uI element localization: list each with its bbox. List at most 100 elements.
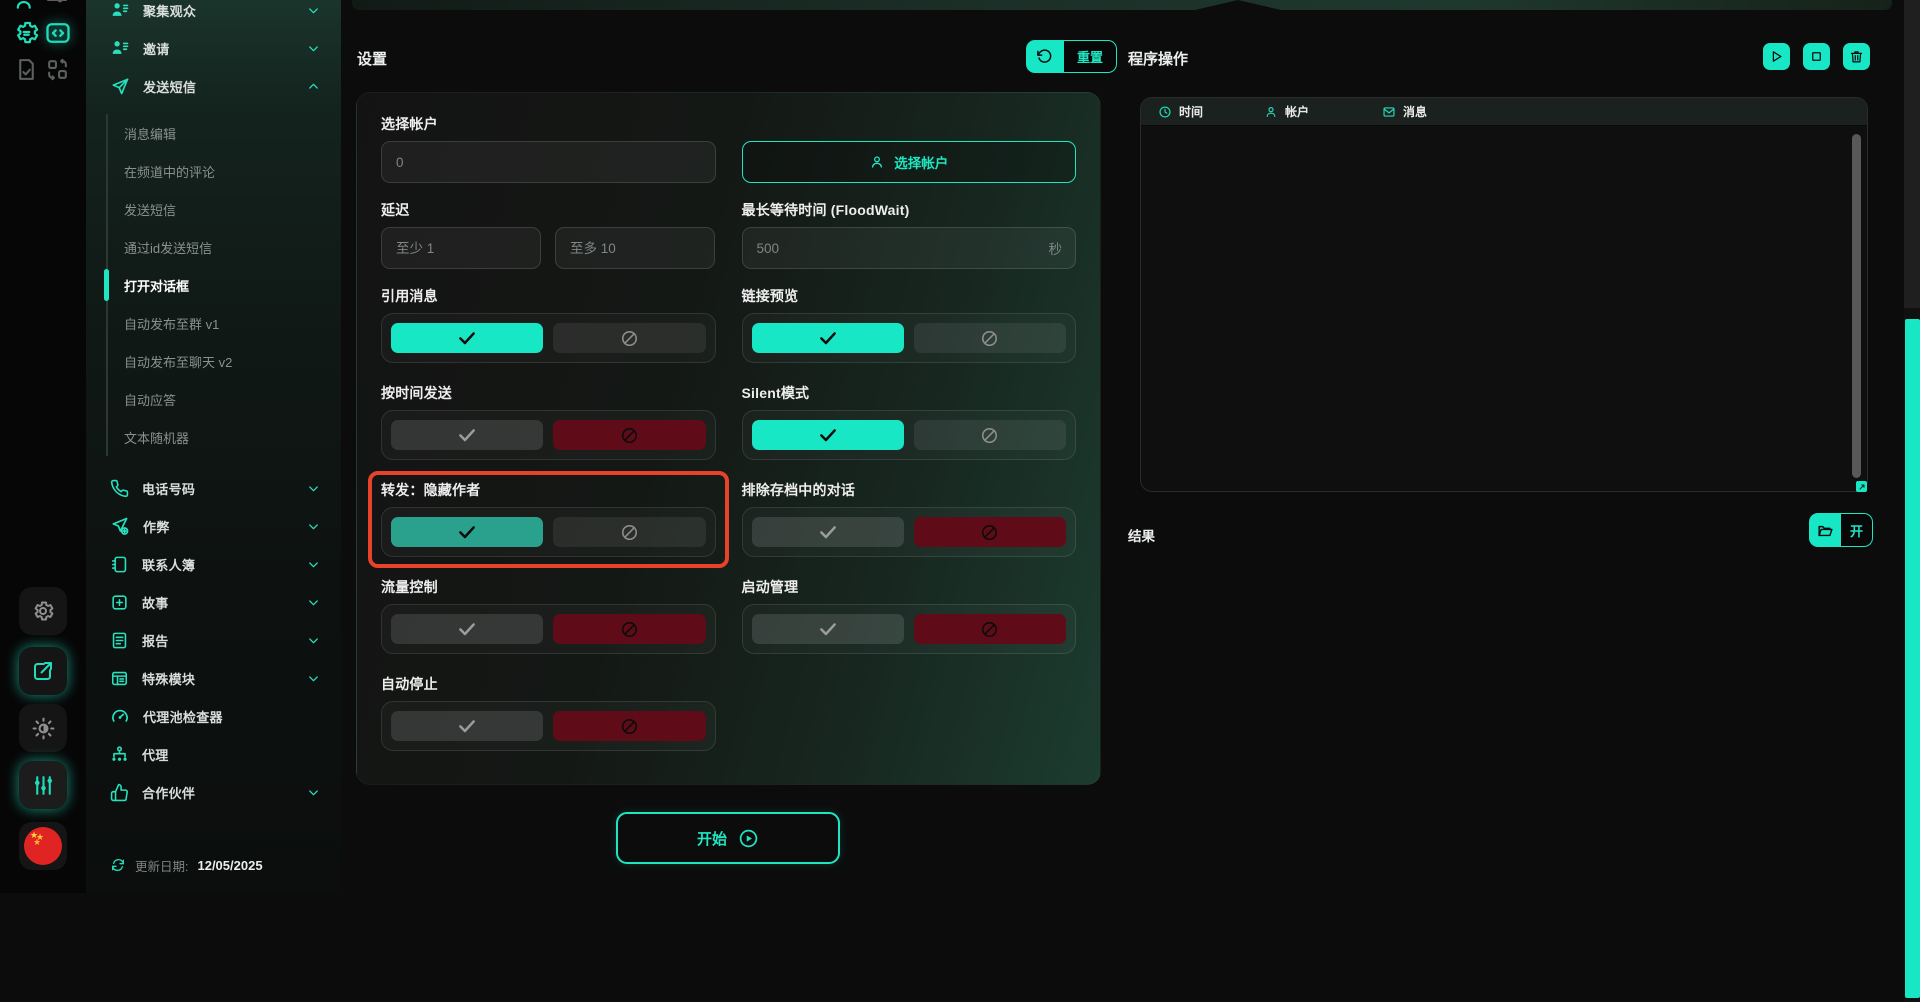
- sidebar-item-proxy-pool-checker[interactable]: 代理池检查器: [86, 697, 341, 735]
- open-results-button[interactable]: 开: [1809, 513, 1873, 547]
- column-message[interactable]: 消息: [1382, 103, 1427, 120]
- slash-circle-icon: [620, 426, 639, 445]
- sidebar-item-stories[interactable]: 故事: [86, 583, 341, 621]
- toggle-yes-button[interactable]: [391, 323, 543, 353]
- check-icon: [818, 425, 838, 445]
- toggle-no-button[interactable]: [914, 323, 1066, 353]
- toggle-yes-button[interactable]: [752, 420, 904, 450]
- toggle-no-button[interactable]: [553, 420, 705, 450]
- sidebar-item-label: 聚集观众: [143, 1, 196, 20]
- toggle-yes-button[interactable]: [391, 420, 543, 450]
- avatar: [24, 827, 62, 865]
- submenu-item-channel-comments[interactable]: 在频道中的评论: [108, 152, 341, 190]
- floodwait-field-cell: 最长等待时间 (FloodWait) 秒: [742, 200, 1077, 286]
- reset-button-label: 重置: [1064, 40, 1117, 73]
- toggle-no-button[interactable]: [553, 711, 705, 741]
- profile-avatar-button[interactable]: [19, 822, 67, 870]
- toggle-yes-button[interactable]: [391, 711, 543, 741]
- users-icon[interactable]: [14, 0, 40, 12]
- notebook-icon: [110, 555, 129, 574]
- toggle-yes-button[interactable]: [752, 614, 904, 644]
- gauge-icon: [110, 706, 130, 726]
- submenu-item-message-editor[interactable]: 消息编辑: [108, 114, 341, 152]
- clear-button[interactable]: [1843, 43, 1870, 70]
- sidebar-item-phone-numbers[interactable]: 电话号码: [86, 469, 341, 507]
- toggle-no-button[interactable]: [553, 614, 705, 644]
- sidebar-item-reports[interactable]: 报告: [86, 621, 341, 659]
- toggle-label: 自动停止: [381, 674, 716, 693]
- stop-icon: [1809, 49, 1824, 64]
- brightness-button[interactable]: [19, 704, 67, 752]
- swap-boxes-icon[interactable]: [45, 57, 70, 82]
- table-resize-handle[interactable]: [1856, 481, 1867, 492]
- submenu-item-send-sms[interactable]: 发送短信: [108, 190, 341, 228]
- toggle-label: 按时间发送: [381, 383, 716, 402]
- scrollbar-thumb[interactable]: [1905, 319, 1920, 998]
- sidebar-item-proxy[interactable]: 代理: [86, 735, 341, 773]
- sliders-button[interactable]: [19, 761, 67, 809]
- settings-gear-button[interactable]: [19, 587, 67, 635]
- sidebar-item-label: 报告: [142, 631, 169, 650]
- column-account-label: 帐户: [1285, 103, 1309, 120]
- column-time[interactable]: 时间: [1158, 103, 1264, 120]
- submenu-item-open-dialog[interactable]: 打开对话框: [108, 266, 341, 304]
- run-button[interactable]: [1763, 43, 1790, 70]
- sidebar-item-contact-book[interactable]: 联系人簿: [86, 545, 341, 583]
- floodwait-input[interactable]: [742, 227, 1077, 269]
- submenu-item-send-by-id[interactable]: 通过id发送短信: [108, 228, 341, 266]
- floodwait-label: 最长等待时间 (FloodWait): [742, 200, 1077, 219]
- toggle-no-button[interactable]: [914, 420, 1066, 450]
- sidebar-item-label: 特殊模块: [142, 669, 195, 688]
- bot-settings-icon[interactable]: [13, 19, 40, 46]
- account-label: 选择帐户: [381, 114, 716, 133]
- sidebar-item-cheat[interactable]: 作弊: [86, 507, 341, 545]
- plus-square-icon: [110, 593, 129, 612]
- gear-icon: [31, 599, 55, 623]
- reset-icon: [1026, 40, 1064, 73]
- cutoff-card-top: [352, 0, 1892, 10]
- submenu-item-autopost-group-v1[interactable]: 自动发布至群 v1: [108, 304, 341, 342]
- tune-icon[interactable]: [45, 0, 69, 16]
- toggle-yes-button[interactable]: [391, 614, 543, 644]
- submenu-item-autopost-chat-v2[interactable]: 自动发布至聊天 v2: [108, 342, 341, 380]
- start-button[interactable]: 开始: [616, 812, 840, 864]
- toggle-send-by-time: 按时间发送: [381, 383, 716, 460]
- toggle-no-button[interactable]: [914, 614, 1066, 644]
- sidebar-item-invite[interactable]: 邀请: [86, 29, 341, 67]
- stop-button[interactable]: [1803, 43, 1830, 70]
- sidebar-item-partners[interactable]: 合作伙伴: [86, 773, 341, 811]
- report-icon: [110, 631, 129, 650]
- sidebar-item-gather-audience[interactable]: 聚集观众: [86, 0, 341, 29]
- operations-panel-title: 程序操作: [1128, 48, 1188, 69]
- operations-buttons: [1763, 43, 1870, 70]
- toggle-yes-button[interactable]: [752, 323, 904, 353]
- sidebar-item-send-sms[interactable]: 发送短信: [86, 67, 341, 105]
- page-scrollbar[interactable]: [1904, 0, 1920, 1002]
- submenu-item-auto-reply[interactable]: 自动应答: [108, 380, 341, 418]
- toggle-label: 转发：隐藏作者: [381, 480, 716, 499]
- slash-circle-icon: [980, 523, 999, 542]
- select-account-button[interactable]: 选择帐户: [742, 141, 1077, 183]
- submenu-item-text-randomizer[interactable]: 文本随机器: [108, 418, 341, 456]
- resize-arrow-icon: [1858, 483, 1866, 491]
- account-input[interactable]: [381, 141, 716, 183]
- toggle-yes-button[interactable]: [391, 517, 543, 547]
- toggle-yes-button[interactable]: [752, 517, 904, 547]
- toggle-no-button[interactable]: [553, 517, 705, 547]
- external-link-button[interactable]: [19, 647, 67, 695]
- slash-circle-icon: [620, 523, 639, 542]
- reset-button[interactable]: 重置: [1026, 40, 1117, 73]
- sidebar-item-special-modules[interactable]: 特殊模块: [86, 659, 341, 697]
- toggle-no-button[interactable]: [914, 517, 1066, 547]
- column-account[interactable]: 帐户: [1264, 103, 1382, 120]
- document-check-icon[interactable]: [14, 57, 39, 82]
- update-date-value: 12/05/2025: [197, 858, 262, 873]
- brightness-icon: [31, 716, 56, 741]
- code-window-icon[interactable]: [44, 19, 72, 47]
- toggle-no-button[interactable]: [553, 323, 705, 353]
- slash-circle-icon: [980, 426, 999, 445]
- delay-max-input[interactable]: [555, 227, 715, 269]
- chevron-down-icon: [306, 595, 321, 610]
- delay-min-input[interactable]: [381, 227, 541, 269]
- table-scrollbar[interactable]: [1852, 134, 1861, 478]
